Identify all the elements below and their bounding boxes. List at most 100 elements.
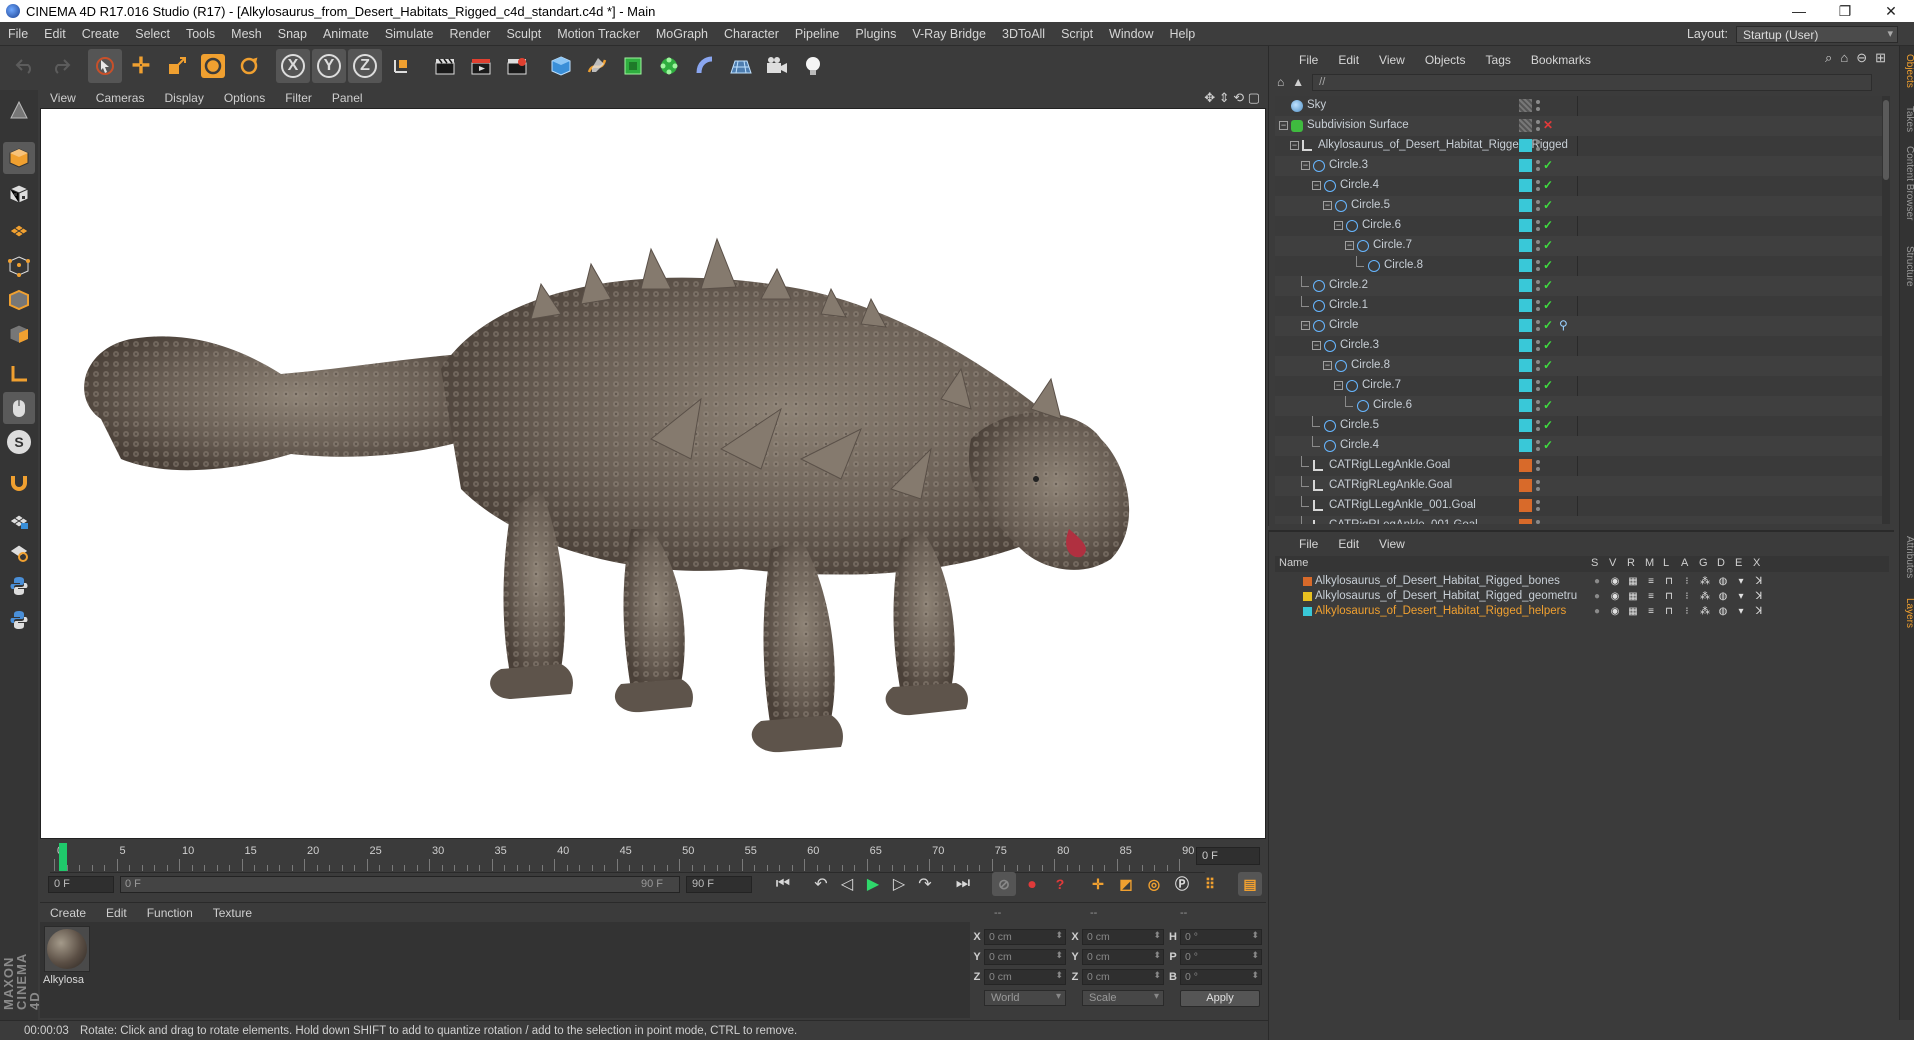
size-y-field[interactable]: 0 cm [1082, 949, 1164, 965]
workplane-mode-button[interactable] [3, 212, 35, 244]
enabled-check-icon[interactable]: ✓ [1543, 418, 1553, 432]
object-row[interactable]: CATRigLLegAnkle_001.Goal [1275, 496, 1887, 516]
visibility-dots[interactable] [1535, 159, 1541, 173]
layer-tag[interactable] [1519, 99, 1532, 112]
collapse-toggle[interactable]: − [1301, 161, 1310, 170]
object-row[interactable]: Circle.2 ✓ [1275, 276, 1887, 296]
visibility-dots[interactable] [1535, 119, 1541, 133]
collapse-toggle[interactable]: − [1301, 321, 1310, 330]
add-camera-button[interactable] [760, 49, 794, 83]
layer-flag-toggle[interactable]: ⁝ [1681, 606, 1693, 617]
layer-flag-toggle[interactable]: ◉ [1609, 576, 1621, 587]
object-row[interactable]: − Subdivision Surface ✕ [1275, 116, 1887, 136]
layer-flag-toggle[interactable]: ⁂ [1699, 591, 1711, 602]
add-nurbs-button[interactable] [616, 49, 650, 83]
frame-ruler[interactable]: 051015202530354045505560657075808590 [50, 841, 1205, 873]
object-name[interactable]: Circle.4 [1340, 179, 1379, 191]
path-field[interactable]: // [1312, 73, 1873, 91]
viewport-menu-view[interactable]: View [40, 91, 86, 105]
layer-flag-toggle[interactable]: ▾ [1735, 591, 1747, 602]
points-mode-button[interactable] [3, 250, 35, 282]
display-color-tag[interactable] [1519, 339, 1532, 352]
display-color-tag[interactable] [1519, 259, 1532, 272]
layout-select[interactable]: Startup (User) [1736, 25, 1898, 43]
om-menu-tags[interactable]: Tags [1476, 53, 1521, 67]
home-icon[interactable]: ⌂ [1840, 50, 1848, 66]
viewport-menu-panel[interactable]: Panel [322, 91, 373, 105]
visibility-dots[interactable] [1535, 179, 1541, 193]
menu-simulate[interactable]: Simulate [377, 27, 442, 41]
enabled-check-icon[interactable]: ✓ [1543, 278, 1553, 292]
object-row[interactable]: Circle.1 ✓ [1275, 296, 1887, 316]
om-menu-edit[interactable]: Edit [1328, 53, 1369, 67]
object-name[interactable]: CATRigRLegAnkle_001.Goal [1329, 519, 1478, 524]
magnet-snap-button[interactable] [3, 466, 35, 498]
object-name[interactable]: CATRigLLegAnkle.Goal [1329, 459, 1450, 471]
collapse-toggle[interactable]: − [1312, 341, 1321, 350]
display-color-tag[interactable] [1519, 179, 1532, 192]
menu-select[interactable]: Select [127, 27, 178, 41]
visibility-dots[interactable] [1535, 519, 1541, 524]
layer-col-flag[interactable]: A [1681, 557, 1688, 569]
menu-animate[interactable]: Animate [315, 27, 377, 41]
layer-flag-toggle[interactable]: ≡ [1645, 606, 1657, 617]
display-color-tag[interactable] [1519, 219, 1532, 232]
material-menu-create[interactable]: Create [40, 906, 96, 920]
object-row[interactable]: − Circle.3 ✓ [1275, 156, 1887, 176]
tweak-mode-button[interactable] [3, 392, 35, 424]
object-name[interactable]: Circle.1 [1329, 299, 1368, 311]
viewport-menu-filter[interactable]: Filter [275, 91, 322, 105]
texture-mode-button[interactable] [3, 178, 35, 210]
menu-help[interactable]: Help [1162, 27, 1204, 41]
object-row[interactable]: − Circle.5 ✓ [1275, 196, 1887, 216]
layer-row[interactable]: Alkylosaurus_of_Desert_Habitat_Rigged_ge… [1275, 589, 1889, 604]
object-name[interactable]: Circle.7 [1362, 379, 1401, 391]
object-name[interactable]: Subdivision Surface [1307, 119, 1409, 131]
material-name[interactable]: Alkylosa [43, 974, 84, 986]
viewport-menu-display[interactable]: Display [154, 91, 213, 105]
layer-name[interactable]: Alkylosaurus_of_Desert_Habitat_Rigged_ge… [1315, 590, 1577, 602]
display-color-tag[interactable] [1519, 499, 1532, 512]
undo-button[interactable] [8, 49, 42, 83]
enabled-check-icon[interactable]: ✓ [1543, 238, 1553, 252]
display-color-tag[interactable] [1519, 159, 1532, 172]
display-color-tag[interactable] [1519, 199, 1532, 212]
object-row[interactable]: CATRigRLegAnkle.Goal [1275, 476, 1887, 496]
lm-menu-edit[interactable]: Edit [1328, 537, 1369, 551]
tab-objects[interactable]: Objects [1900, 54, 1914, 88]
enabled-check-icon[interactable]: ✓ [1543, 398, 1553, 412]
layer-flag-toggle[interactable]: ꓘ [1753, 591, 1765, 602]
material-menu-edit[interactable]: Edit [96, 906, 137, 920]
redo-button[interactable] [44, 49, 78, 83]
coordinate-system-button[interactable] [384, 49, 418, 83]
layer-flag-toggle[interactable]: ⁂ [1699, 606, 1711, 617]
ik-tag-icon[interactable]: ⚲ [1559, 318, 1568, 332]
render-to-picture-viewer-button[interactable] [464, 49, 498, 83]
visibility-dots[interactable] [1535, 99, 1541, 113]
add-array-button[interactable] [652, 49, 686, 83]
object-tree-scrollbar[interactable] [1882, 96, 1890, 524]
enabled-check-icon[interactable]: ✓ [1543, 198, 1553, 212]
autokeying-button[interactable]: ? [1048, 872, 1072, 896]
object-row[interactable]: Circle.4 ✓ [1275, 436, 1887, 456]
object-name[interactable]: Circle.3 [1340, 339, 1379, 351]
key-rotation-button[interactable]: ◎ [1142, 872, 1166, 896]
add-deformer-button[interactable] [688, 49, 722, 83]
lm-menu-file[interactable]: File [1289, 537, 1328, 551]
enabled-check-icon[interactable]: ✓ [1543, 318, 1553, 332]
om-menu-view[interactable]: View [1369, 53, 1415, 67]
add-spline-button[interactable] [580, 49, 614, 83]
layer-color-swatch[interactable] [1303, 577, 1312, 586]
layer-flag-toggle[interactable]: ▦ [1627, 576, 1639, 587]
collapse-toggle[interactable]: − [1312, 181, 1321, 190]
visibility-dots[interactable] [1535, 199, 1541, 213]
material-menu-function[interactable]: Function [137, 906, 203, 920]
add-cube-button[interactable] [544, 49, 578, 83]
visibility-dots[interactable] [1535, 239, 1541, 253]
viewport-navigation-icons[interactable]: ✥ ⇕ ⟲ ▢ [1204, 90, 1260, 106]
layer-col-flag[interactable]: D [1717, 557, 1725, 569]
menu-motion-tracker[interactable]: Motion Tracker [549, 27, 648, 41]
3d-viewport[interactable] [40, 108, 1266, 839]
enabled-check-icon[interactable]: ✓ [1543, 178, 1553, 192]
menu-pipeline[interactable]: Pipeline [787, 27, 847, 41]
